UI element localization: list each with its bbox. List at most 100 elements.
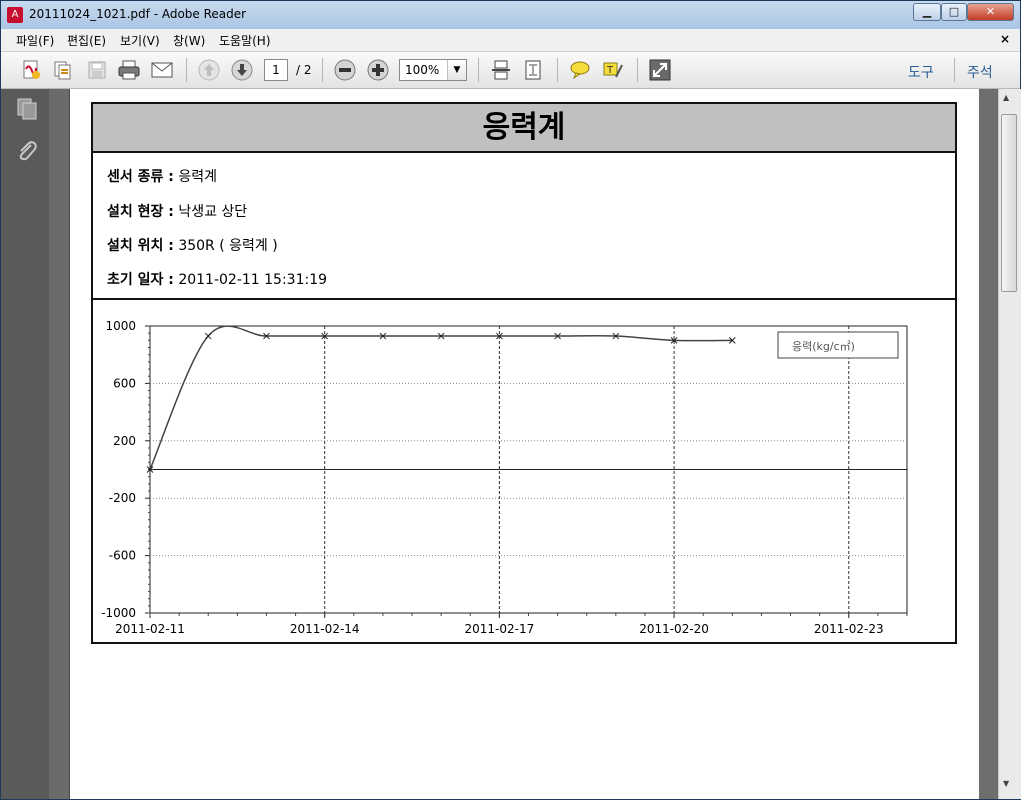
scroll-up-arrow[interactable]: ▲ <box>1003 93 1009 102</box>
fit-page-icon <box>525 60 541 80</box>
highlight-text-button[interactable]: T <box>601 58 625 82</box>
zoom-out-button[interactable] <box>333 58 357 82</box>
info-value: 응력계 <box>178 169 217 185</box>
combine-files-icon <box>54 61 71 80</box>
stress-chart: 1000 600 200 -200 -600 -1000 2011-02-11 2011-02… <box>93 300 955 642</box>
document-close-button[interactable]: × <box>1000 32 1010 46</box>
title-bar[interactable]: A 20111024_1021.pdf - Adobe Reader ▁ □ ✕ <box>1 1 1020 29</box>
toolbar-separator <box>478 58 479 82</box>
chart-svg: 1000 600 200 -200 -600 -1000 2011-02-11 2011-02… <box>101 319 908 636</box>
y-tick-label: -600 <box>109 549 136 563</box>
y-tick-label: 1000 <box>105 319 136 333</box>
menu-edit[interactable]: 편집(E) <box>67 32 106 49</box>
chevron-down-icon[interactable]: ▼ <box>447 60 466 80</box>
sensor-info: 센서 종류 : 응력계 설치 현장 : 낙생교 상단 설치 위치 : 350R … <box>93 153 955 300</box>
panel-splitter[interactable] <box>49 89 70 799</box>
info-label: 설치 현장 : <box>107 204 174 220</box>
zoom-in-button[interactable] <box>366 58 390 82</box>
info-label: 설치 위치 : <box>107 238 174 254</box>
menu-window[interactable]: 창(W) <box>173 32 205 49</box>
toolbar: 1 / 2 100% ▼ T 도구 주석 <box>1 52 1020 89</box>
minimize-button[interactable]: ▁ <box>913 3 941 21</box>
scrolling-mode-icon <box>492 60 510 80</box>
info-value: 낙생교 상단 <box>178 204 248 220</box>
toolbar-separator <box>322 58 323 82</box>
email-button[interactable] <box>150 58 174 82</box>
paperclip-icon <box>19 141 37 161</box>
highlight-text-icon: T <box>603 62 623 78</box>
x-tick-label: 2011-02-11 <box>115 622 185 636</box>
navigation-panel <box>1 89 50 799</box>
comment-icon <box>570 61 590 80</box>
menu-view[interactable]: 보기(V) <box>120 32 160 49</box>
combine-files-button[interactable] <box>51 58 75 82</box>
data-point-marker <box>204 332 212 340</box>
minimize-icon: ▁ <box>922 5 932 18</box>
info-label: 초기 일자 : <box>107 272 174 288</box>
y-tick-label: -200 <box>109 491 136 505</box>
print-button[interactable] <box>117 58 141 82</box>
maximize-button[interactable]: □ <box>941 3 967 21</box>
svg-text:T: T <box>606 65 614 76</box>
add-comment-button[interactable] <box>568 58 592 82</box>
zoom-value: 100% <box>405 63 440 77</box>
x-tick-label: 2011-02-14 <box>290 622 360 636</box>
window-title: 20111024_1021.pdf - Adobe Reader <box>29 7 247 21</box>
series-line <box>149 325 733 470</box>
fit-page-button[interactable] <box>521 58 545 82</box>
print-icon <box>118 60 140 80</box>
comment-pane-button[interactable]: 주석 <box>967 62 993 82</box>
info-row-install-location: 설치 위치 : 350R ( 응력계 ) <box>107 235 278 255</box>
report-title: 응력계 <box>93 104 955 153</box>
page-number-input[interactable]: 1 <box>264 59 288 81</box>
vertical-scrollbar[interactable]: ▲ ▼ <box>998 89 1021 799</box>
page-thumbnails-icon <box>17 98 37 120</box>
info-row-install-site: 설치 현장 : 낙생교 상단 <box>107 201 247 221</box>
menu-help[interactable]: 도움말(H) <box>219 32 271 49</box>
x-tick-label: 2011-02-23 <box>814 622 884 636</box>
next-page-button[interactable] <box>230 58 254 82</box>
previous-page-button[interactable] <box>197 58 221 82</box>
scrollbar-thumb[interactable] <box>1001 114 1017 292</box>
report-frame: 응력계 센서 종류 : 응력계 설치 현장 : 낙생교 상단 설치 위치 : 3… <box>91 102 957 644</box>
scroll-down-arrow[interactable]: ▼ <box>1003 779 1009 788</box>
save-icon <box>88 61 106 79</box>
arrow-down-icon <box>231 59 253 81</box>
y-tick-label: 600 <box>113 376 136 390</box>
page-total: / 2 <box>296 63 312 77</box>
maximize-icon: □ <box>948 5 960 18</box>
x-tick-label: 2011-02-17 <box>465 622 535 636</box>
info-value: 2011-02-11 15:31:19 <box>178 272 328 288</box>
scrolling-mode-button[interactable] <box>489 58 513 82</box>
toolbar-separator <box>186 58 187 82</box>
document-area: 응력계 센서 종류 : 응력계 설치 현장 : 낙생교 상단 설치 위치 : 3… <box>70 89 998 799</box>
tools-pane-button[interactable]: 도구 <box>908 62 934 82</box>
y-tick-label: -1000 <box>101 606 136 620</box>
close-button[interactable]: ✕ <box>967 3 1014 21</box>
expand-icon <box>649 59 671 81</box>
attachments-button[interactable] <box>15 139 39 167</box>
y-tick-label: 200 <box>113 434 136 448</box>
info-row-initial-date: 초기 일자 : 2011-02-11 15:31:19 <box>107 269 327 289</box>
zoom-select[interactable]: 100% ▼ <box>399 59 467 81</box>
menu-file[interactable]: 파일(F) <box>16 32 54 49</box>
save-button[interactable] <box>85 58 109 82</box>
create-pdf-button[interactable] <box>19 58 43 82</box>
info-row-sensor-type: 센서 종류 : 응력계 <box>107 166 217 186</box>
create-pdf-icon <box>23 60 40 79</box>
close-icon: ✕ <box>985 5 996 18</box>
legend-label: 응력(kg/c㎡) <box>792 340 855 353</box>
toolbar-separator <box>557 58 558 82</box>
email-icon <box>151 62 173 78</box>
page-thumbnails-button[interactable] <box>15 97 39 125</box>
zoom-out-icon <box>334 59 356 81</box>
toolbar-separator <box>637 58 638 82</box>
adobe-reader-window: A 20111024_1021.pdf - Adobe Reader ▁ □ ✕… <box>0 0 1021 800</box>
arrow-up-icon <box>198 59 220 81</box>
adobe-reader-icon: A <box>7 7 23 23</box>
full-screen-button[interactable] <box>648 58 672 82</box>
info-value: 350R ( 응력계 ) <box>178 238 278 254</box>
pdf-page: 응력계 센서 종류 : 응력계 설치 현장 : 낙생교 상단 설치 위치 : 3… <box>70 89 979 799</box>
toolbar-separator <box>954 58 955 82</box>
info-label: 센서 종류 : <box>107 169 174 185</box>
